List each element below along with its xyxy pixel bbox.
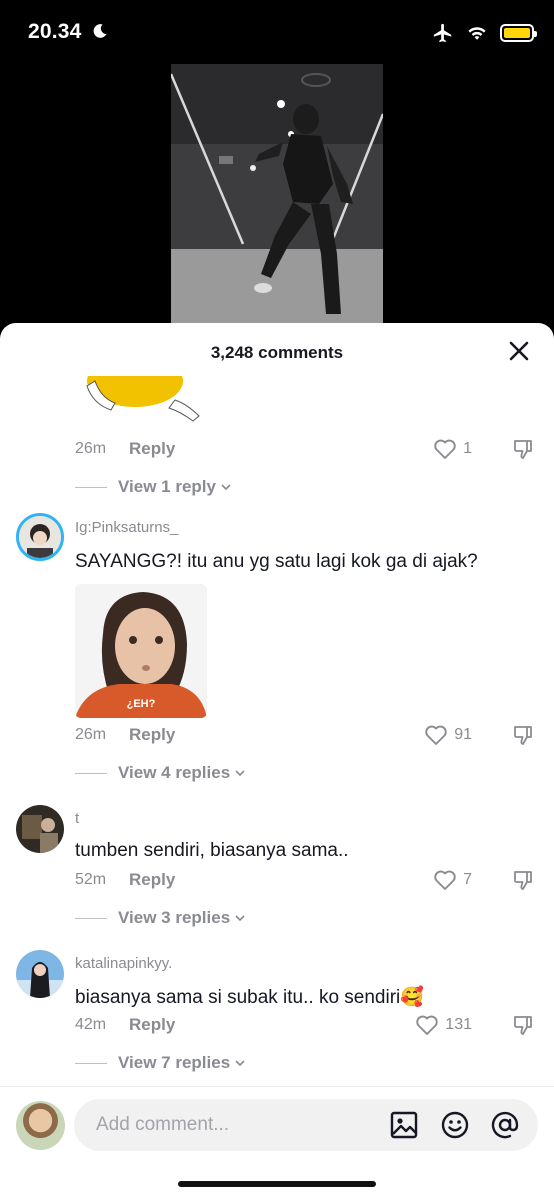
comment-age: 42m xyxy=(75,1016,107,1033)
comment-username[interactable]: t xyxy=(75,810,79,827)
dislike-icon[interactable] xyxy=(512,438,534,460)
avatar[interactable] xyxy=(16,805,64,853)
wifi-icon xyxy=(468,27,486,40)
chevron-down-icon xyxy=(221,484,231,491)
comment-age: 26m xyxy=(75,440,107,457)
comment-text: tumben sendiri, biasanya sama.. xyxy=(75,840,349,861)
video-preview[interactable] xyxy=(171,64,383,326)
dislike-icon[interactable] xyxy=(512,869,534,891)
divider-line xyxy=(75,1062,107,1064)
comment-username[interactable]: Ig:Pinksaturns_ xyxy=(75,519,178,536)
moon-icon xyxy=(93,24,107,38)
like-button[interactable]: 7 xyxy=(433,869,472,891)
sticker-caption: ¿EH? xyxy=(126,698,156,710)
view-replies-button[interactable]: View 3 replies xyxy=(75,908,246,928)
close-icon[interactable] xyxy=(508,340,530,362)
comment-username[interactable]: katalinapinkyy. xyxy=(75,955,172,972)
avatar[interactable] xyxy=(16,950,64,998)
like-count: 91 xyxy=(454,726,472,743)
emoji-icon[interactable] xyxy=(440,1110,470,1140)
mention-icon[interactable] xyxy=(490,1110,520,1140)
dislike-icon[interactable] xyxy=(512,724,534,746)
comment-age: 26m xyxy=(75,726,107,743)
comment-list[interactable]: 26m Reply 1 View 1 reply Ig:Pinksaturns_… xyxy=(0,376,554,1086)
comments-sheet: 3,248 comments 26m Reply 1 View 1 reply … xyxy=(0,323,554,1199)
reply-button[interactable]: Reply xyxy=(129,439,175,459)
view-replies-label: View 7 replies xyxy=(118,1053,231,1072)
comment-text: SAYANGG?! itu anu yg satu lagi kok ga di… xyxy=(75,551,478,572)
heart-icon xyxy=(434,870,456,890)
view-replies-label: View 3 replies xyxy=(118,908,231,927)
chevron-down-icon xyxy=(235,1060,245,1067)
view-replies-label: View 1 reply xyxy=(118,477,216,496)
like-button[interactable]: 1 xyxy=(433,438,472,460)
current-user-avatar xyxy=(16,1101,65,1150)
view-replies-button[interactable]: View 1 reply xyxy=(75,477,232,497)
divider-line xyxy=(75,486,107,488)
reply-button[interactable]: Reply xyxy=(129,870,175,890)
heart-icon xyxy=(416,1015,438,1035)
sticker-image xyxy=(86,376,200,422)
like-count: 1 xyxy=(463,440,472,457)
airplane-icon xyxy=(433,23,452,43)
status-bar: 20.34 xyxy=(0,0,554,64)
view-replies-button[interactable]: View 4 replies xyxy=(75,763,246,783)
like-button[interactable]: 131 xyxy=(415,1014,472,1036)
comment-text: biasanya sama si subak itu.. ko sendiri🥰 xyxy=(75,987,424,1008)
heart-icon xyxy=(425,725,447,745)
battery-icon xyxy=(500,24,537,42)
status-time: 20.34 xyxy=(28,20,82,43)
like-count: 131 xyxy=(445,1016,472,1033)
home-indicator xyxy=(178,1181,376,1187)
dislike-icon[interactable] xyxy=(512,1014,534,1036)
image-icon[interactable] xyxy=(389,1110,419,1140)
comment-composer xyxy=(0,1086,554,1199)
comment-count: 3,248 comments xyxy=(210,343,344,362)
divider-line xyxy=(75,772,107,774)
like-count: 7 xyxy=(463,871,472,888)
view-replies-label: View 4 replies xyxy=(118,763,231,782)
sticker-image[interactable]: ¿EH? xyxy=(75,584,207,718)
heart-icon xyxy=(434,439,456,459)
reply-button[interactable]: Reply xyxy=(129,725,175,745)
view-replies-button[interactable]: View 7 replies xyxy=(75,1053,246,1073)
sheet-header: 3,248 comments xyxy=(0,323,554,379)
avatar[interactable] xyxy=(16,513,64,561)
reply-button[interactable]: Reply xyxy=(129,1015,175,1035)
chevron-down-icon xyxy=(235,915,245,922)
comment-age: 52m xyxy=(75,871,107,888)
divider-line xyxy=(75,917,107,919)
like-button[interactable]: 91 xyxy=(424,724,472,746)
chevron-down-icon xyxy=(235,770,245,777)
video-frame-image xyxy=(171,64,383,326)
